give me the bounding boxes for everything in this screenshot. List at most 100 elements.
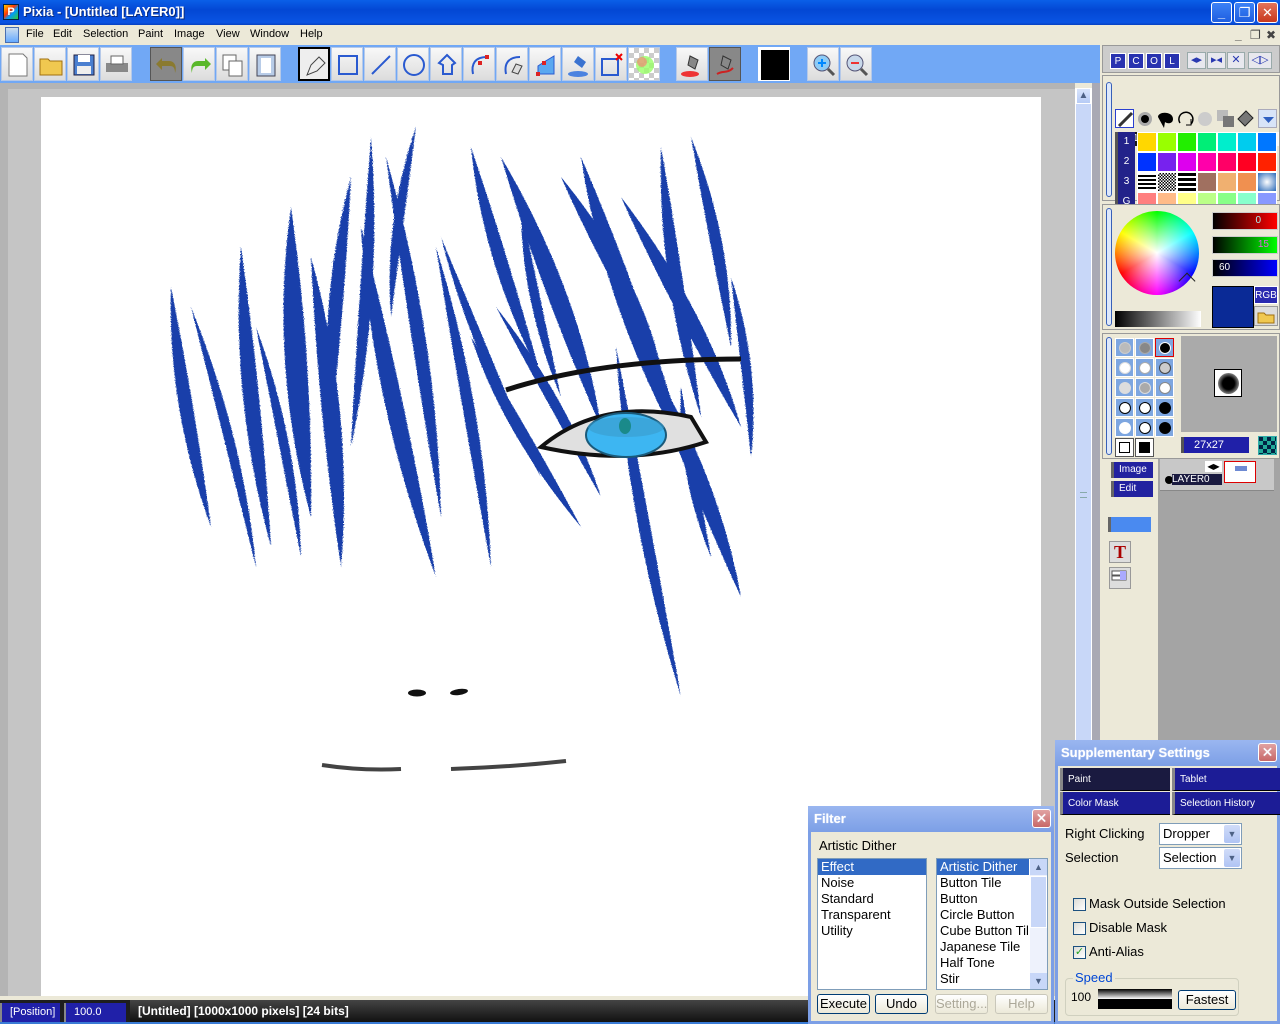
filter-item[interactable]: Stir xyxy=(937,971,1029,987)
open-file-button[interactable] xyxy=(34,47,66,81)
brightness-gradient-slider[interactable] xyxy=(1115,311,1201,327)
pixia-app-icon[interactable]: P xyxy=(3,4,19,20)
palette-swatch[interactable] xyxy=(1157,152,1177,172)
menu-window[interactable]: Window xyxy=(250,28,289,40)
tab-tablet[interactable]: Tablet xyxy=(1172,768,1280,791)
filter-item[interactable]: Button Tile xyxy=(937,875,1029,891)
scroll-thumb[interactable] xyxy=(1030,876,1047,928)
rotate-arrow-icon[interactable] xyxy=(1176,109,1195,128)
checkbox-mask-outside-selection[interactable] xyxy=(1073,898,1086,911)
filter-category-item[interactable]: Effect xyxy=(818,859,926,875)
color-rail[interactable] xyxy=(1106,208,1112,326)
chevron-down-icon[interactable]: ▼ xyxy=(1224,825,1240,843)
filter-item[interactable]: Button xyxy=(937,891,1029,907)
filter-title-bar[interactable]: Filter ✕ xyxy=(808,806,1054,832)
text-tool-button[interactable]: T xyxy=(1109,541,1131,563)
help-button[interactable]: Help xyxy=(995,994,1048,1014)
menu-edit[interactable]: Edit xyxy=(53,28,72,40)
brush-shape-13[interactable] xyxy=(1115,418,1134,437)
transparency-button[interactable] xyxy=(628,47,660,81)
filter-category-list[interactable]: Effect Noise Standard Transparent Utility xyxy=(817,858,927,990)
menu-help[interactable]: Help xyxy=(300,28,323,40)
brush-shape-3[interactable] xyxy=(1155,338,1174,357)
ellipse-tool-button[interactable] xyxy=(397,47,429,81)
palette-swatch[interactable] xyxy=(1237,172,1257,192)
collapse-panel-button[interactable]: ▸◂ xyxy=(1207,52,1226,69)
layer-row[interactable]: LAYER0 ◀▶ xyxy=(1160,459,1274,491)
lasso-fill-icon[interactable] xyxy=(1156,109,1175,128)
rectangle-tool-button[interactable] xyxy=(331,47,363,81)
square-black-brush[interactable] xyxy=(1135,438,1154,457)
curve-pen-tool-button[interactable] xyxy=(496,47,528,81)
pen-tool-button[interactable] xyxy=(298,47,330,81)
brush-shape-9[interactable] xyxy=(1155,378,1174,397)
menu-paint[interactable]: Paint xyxy=(138,28,163,40)
red-slider[interactable]: 0 xyxy=(1212,212,1278,230)
brush-shape-6[interactable] xyxy=(1155,358,1174,377)
document-icon[interactable] xyxy=(5,27,19,43)
scroll-up-arrow-icon[interactable]: ▲ xyxy=(1076,88,1091,104)
palette-swatch[interactable] xyxy=(1257,132,1277,152)
brush-size-display[interactable]: 27x27 xyxy=(1181,437,1249,453)
polyline-fill-tool-button[interactable] xyxy=(529,47,561,81)
palette-swatch[interactable] xyxy=(1177,132,1197,152)
right-clicking-select[interactable]: Dropper ▼ xyxy=(1159,823,1242,845)
scroll-grip-icon[interactable] xyxy=(1080,492,1087,498)
filter-list-scrollbar[interactable]: ▲ ▼ xyxy=(1030,859,1047,989)
speed-slider[interactable] xyxy=(1098,989,1172,1009)
fastest-button[interactable]: Fastest xyxy=(1178,990,1236,1010)
square-white-brush[interactable] xyxy=(1115,438,1134,457)
layer-name[interactable]: LAYER0 xyxy=(1172,474,1222,485)
palette-swatch[interactable] xyxy=(1197,132,1217,152)
menu-file[interactable]: File xyxy=(26,28,44,40)
execute-button[interactable]: Execute xyxy=(817,994,870,1014)
menu-selection[interactable]: Selection xyxy=(83,28,128,40)
palette-swatch[interactable] xyxy=(1137,152,1157,172)
checkbox-label[interactable]: Disable Mask xyxy=(1089,920,1167,935)
copy-button[interactable] xyxy=(216,47,248,81)
clear-selection-button[interactable] xyxy=(595,47,627,81)
brush-shape-2[interactable] xyxy=(1135,338,1154,357)
soft-brush-icon[interactable] xyxy=(1136,109,1155,128)
palette-swatch[interactable] xyxy=(1157,132,1177,152)
tab-l[interactable]: L xyxy=(1164,53,1180,69)
mdi-minimize-button[interactable]: _ xyxy=(1235,28,1242,42)
palette-swatch[interactable] xyxy=(1137,172,1157,192)
palette-swatch[interactable] xyxy=(1217,152,1237,172)
fill-tool-button[interactable] xyxy=(562,47,594,81)
green-slider[interactable]: 15 xyxy=(1212,236,1278,254)
checkbox-anti-alias[interactable]: ✓ xyxy=(1073,946,1086,959)
filter-item[interactable]: Half Tone xyxy=(937,955,1029,971)
tab-o[interactable]: O xyxy=(1146,53,1162,69)
palette-swatch[interactable] xyxy=(1137,132,1157,152)
color-folder-button[interactable] xyxy=(1254,306,1278,326)
brush-rail[interactable] xyxy=(1106,337,1112,455)
supplementary-close-button[interactable]: ✕ xyxy=(1258,743,1277,762)
palette-row-1[interactable]: 1 xyxy=(1115,132,1135,152)
menu-image[interactable]: Image xyxy=(174,28,205,40)
blue-slider[interactable]: 60 xyxy=(1212,259,1278,277)
filter-item[interactable]: Cube Button Til xyxy=(937,923,1029,939)
polygon-tool-button[interactable] xyxy=(430,47,462,81)
current-color-button[interactable] xyxy=(758,47,790,81)
redo-button[interactable] xyxy=(183,47,215,81)
brush-shape-14[interactable] xyxy=(1135,418,1154,437)
restore-button[interactable]: ❐ xyxy=(1234,2,1255,23)
scroll-up-arrow-icon[interactable]: ▲ xyxy=(1030,859,1047,875)
line-tool-button[interactable] xyxy=(364,47,396,81)
brush-shape-7[interactable] xyxy=(1115,378,1134,397)
tab-p[interactable]: P xyxy=(1110,53,1126,69)
tab-paint[interactable]: Paint xyxy=(1060,768,1170,791)
filter-close-button[interactable]: ✕ xyxy=(1032,809,1051,828)
curve-tool-button[interactable] xyxy=(463,47,495,81)
checkbox-label[interactable]: Mask Outside Selection xyxy=(1089,896,1226,911)
supplementary-title-bar[interactable]: Supplementary Settings ✕ xyxy=(1055,740,1280,766)
filter-category-item[interactable]: Transparent xyxy=(818,907,926,923)
image-layer-button[interactable]: Image xyxy=(1111,462,1153,478)
filter-category-item[interactable]: Noise xyxy=(818,875,926,891)
close-button[interactable]: ✕ xyxy=(1257,2,1278,23)
expand-panel-button[interactable]: ◂▸ xyxy=(1187,52,1206,69)
brush-shape-12[interactable] xyxy=(1155,398,1174,417)
print-button[interactable] xyxy=(100,47,132,81)
zoom-out-button[interactable] xyxy=(840,47,872,81)
